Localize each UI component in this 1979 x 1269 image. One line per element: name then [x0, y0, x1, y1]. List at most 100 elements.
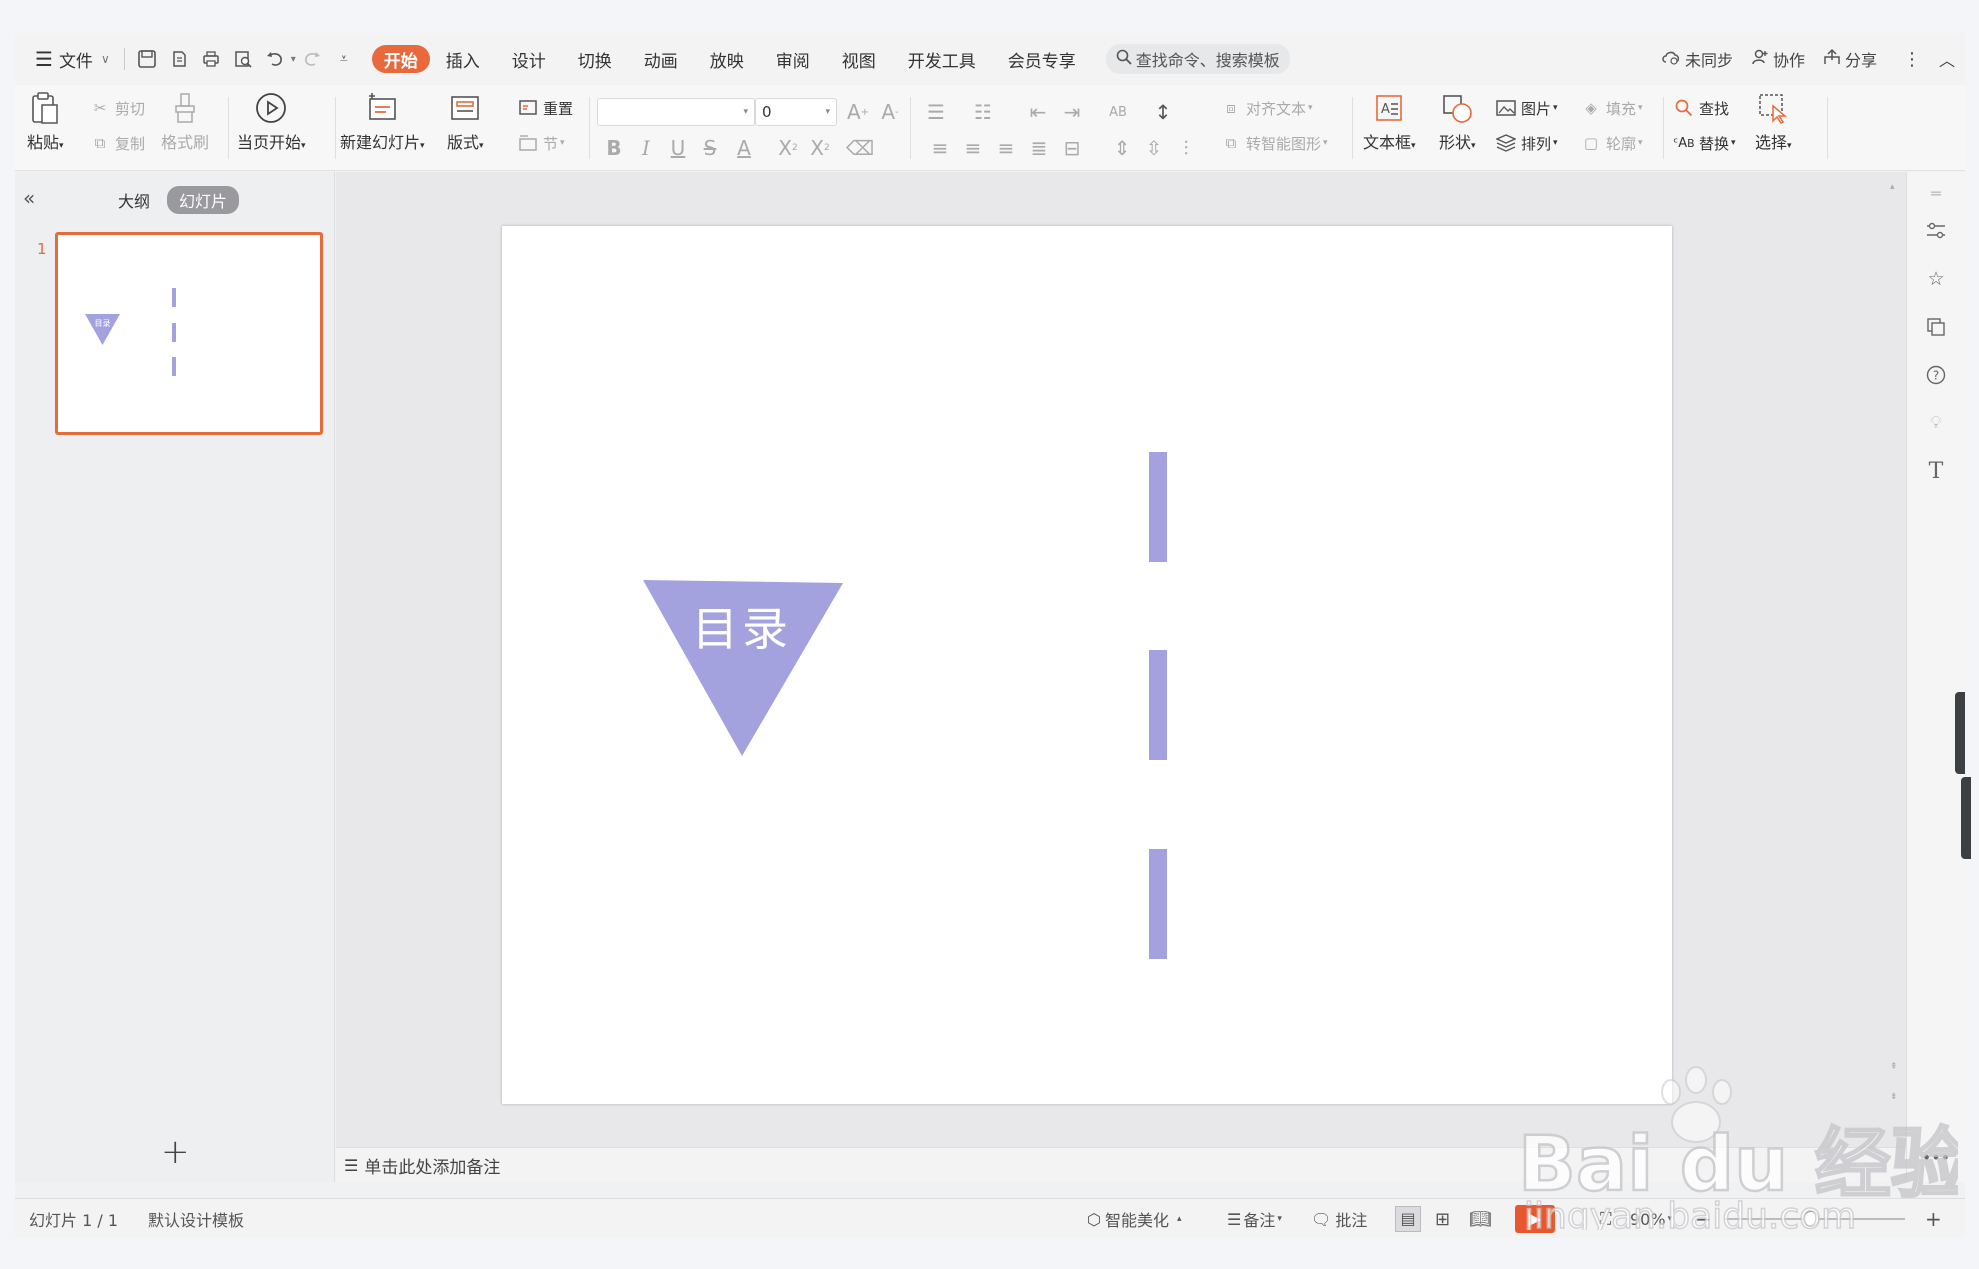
- font-family-select[interactable]: ▾: [597, 98, 755, 126]
- export-pdf-icon[interactable]: [166, 46, 192, 72]
- increase-indent-icon[interactable]: ⇥: [1059, 99, 1085, 125]
- play-current-button[interactable]: 当页开始▾: [237, 91, 306, 153]
- subscript-icon[interactable]: X2: [807, 135, 833, 161]
- decrease-font-icon[interactable]: A-: [877, 99, 903, 125]
- sync-status-button[interactable]: 未同步: [1661, 47, 1733, 71]
- help-icon[interactable]: ?: [1923, 362, 1949, 388]
- divider-bar-2[interactable]: [1149, 650, 1167, 760]
- justify-icon[interactable]: ≣: [1026, 135, 1052, 161]
- properties-icon[interactable]: [1923, 218, 1949, 244]
- normal-view-icon[interactable]: ▤: [1395, 1199, 1421, 1239]
- undo-dropdown-icon[interactable]: ▾: [291, 54, 296, 65]
- layout-button[interactable]: 版式▾: [447, 91, 484, 153]
- replace-button[interactable]: ᶜA B 替换 ▾: [1673, 132, 1735, 154]
- tab-insert[interactable]: 插入: [430, 43, 496, 75]
- notes-toggle-button[interactable]: ☰ 备注 ▾: [1227, 1199, 1282, 1239]
- copy-button[interactable]: ⧉ 复制: [89, 132, 145, 154]
- line-spacing-icon[interactable]: ⇕: [1109, 135, 1135, 161]
- tab-review[interactable]: 审阅: [760, 43, 826, 75]
- slide-canvas[interactable]: 目录: [502, 226, 1672, 1104]
- more-options-icon[interactable]: ⋮: [1903, 49, 1921, 70]
- sort-icon[interactable]: ↕: [1150, 99, 1176, 125]
- share-icon: [1823, 48, 1841, 70]
- format-painter-button[interactable]: 格式刷: [161, 91, 209, 153]
- smart-beautify-button[interactable]: ⬡ 智能美化 ▴: [1087, 1199, 1182, 1239]
- collapse-ribbon-icon[interactable]: ︿: [1939, 47, 1955, 71]
- text-tool-icon[interactable]: T: [1923, 458, 1949, 484]
- bullet-list-icon[interactable]: ☰: [923, 99, 949, 125]
- vertical-scrollbar[interactable]: ▴ ⇞ ⇟: [1890, 182, 1900, 1132]
- file-menu[interactable]: ☰ 文件 ∨: [27, 42, 118, 76]
- slide-title[interactable]: 目录: [692, 602, 792, 656]
- slide-thumbnail-preview: 目录: [85, 288, 176, 376]
- undo-icon[interactable]: [262, 46, 288, 72]
- collaborate-button[interactable]: 协作: [1751, 47, 1805, 71]
- text-direction-icon[interactable]: AB: [1105, 99, 1131, 125]
- align-right-icon[interactable]: ≡: [993, 135, 1019, 161]
- template-name[interactable]: 默认设计模板: [148, 1199, 244, 1239]
- textbox-button[interactable]: A 文本框▾: [1363, 91, 1416, 153]
- customize-toolbar-icon[interactable]: ⩡: [331, 46, 357, 72]
- transition-icon[interactable]: [1923, 314, 1949, 340]
- share-button[interactable]: 分享: [1823, 47, 1877, 71]
- strikethrough-icon[interactable]: S: [697, 135, 723, 161]
- new-slide-button[interactable]: 新建幻灯片▾: [340, 91, 425, 153]
- scroll-up-icon[interactable]: ▴: [1890, 182, 1895, 192]
- slide-thumbnail[interactable]: 目录: [55, 232, 323, 435]
- tab-slideshow[interactable]: 放映: [694, 43, 760, 75]
- tab-transitions[interactable]: 切换: [562, 43, 628, 75]
- clear-format-icon[interactable]: ⌫: [846, 135, 874, 161]
- command-search[interactable]: 查找命令、搜索模板: [1105, 44, 1290, 74]
- redo-icon[interactable]: [299, 46, 325, 72]
- reset-button[interactable]: 重置: [517, 97, 573, 119]
- distribute-icon[interactable]: ⊟: [1059, 135, 1085, 161]
- superscript-icon[interactable]: X2: [775, 135, 801, 161]
- picture-button[interactable]: 图片 ▾: [1495, 97, 1558, 119]
- find-button[interactable]: 查找: [1673, 97, 1729, 119]
- print-icon[interactable]: [198, 46, 224, 72]
- bold-icon[interactable]: B: [601, 135, 627, 161]
- section-button[interactable]: 节 ▾: [517, 132, 565, 154]
- comments-button[interactable]: 🗨︎ 批注: [1311, 1199, 1367, 1239]
- smart-art-button[interactable]: ⧉ 转智能图形 ▾: [1220, 132, 1328, 154]
- paragraph-spacing-icon[interactable]: ⇳: [1141, 135, 1167, 161]
- font-color-icon[interactable]: A: [731, 135, 757, 161]
- arrange-button[interactable]: 排列 ▾: [1495, 132, 1558, 154]
- underline-icon[interactable]: U: [665, 135, 691, 161]
- decrease-indent-icon[interactable]: ⇤: [1025, 99, 1051, 125]
- add-slide-button[interactable]: +: [161, 1132, 190, 1172]
- column-icon[interactable]: ⫶: [1173, 135, 1199, 161]
- select-button[interactable]: 选择▾: [1755, 91, 1792, 153]
- tab-outline[interactable]: 大纲: [118, 188, 150, 212]
- tab-animations[interactable]: 动画: [628, 43, 694, 75]
- numbered-list-icon[interactable]: ☷: [970, 99, 996, 125]
- align-center-icon[interactable]: ≡: [960, 135, 986, 161]
- side-tab-handle[interactable]: [1961, 777, 1971, 859]
- print-preview-icon[interactable]: [230, 46, 256, 72]
- save-icon[interactable]: [134, 46, 160, 72]
- side-tab-handle[interactable]: [1955, 692, 1965, 774]
- tab-member[interactable]: 会员专享: [992, 43, 1092, 75]
- tab-slides[interactable]: 幻灯片: [167, 186, 240, 214]
- fill-button[interactable]: ◈ 填充 ▾: [1580, 97, 1642, 119]
- shape-button[interactable]: 形状▾: [1439, 91, 1476, 153]
- tab-developer[interactable]: 开发工具: [892, 43, 992, 75]
- align-left-icon[interactable]: ≡: [927, 135, 953, 161]
- animation-star-icon[interactable]: ☆: [1923, 266, 1949, 292]
- tab-view[interactable]: 视图: [826, 43, 892, 75]
- increase-font-icon[interactable]: A +: [845, 99, 871, 125]
- divider-bar-1[interactable]: [1149, 452, 1167, 562]
- tab-home[interactable]: 开始: [371, 45, 430, 73]
- grid-view-icon[interactable]: ⊞: [1435, 1199, 1450, 1239]
- align-text-button[interactable]: ⧈ 对齐文本 ▾: [1220, 97, 1312, 119]
- outline-button[interactable]: ▢ 轮廓 ▾: [1580, 132, 1643, 154]
- tab-design[interactable]: 设计: [496, 43, 562, 75]
- reading-view-icon[interactable]: 📖︎: [1469, 1199, 1492, 1239]
- collapse-panel-icon[interactable]: «: [23, 186, 35, 210]
- divider-bar-3[interactable]: [1149, 849, 1167, 959]
- lightbulb-icon[interactable]: 💡︎: [1923, 410, 1949, 436]
- italic-icon[interactable]: I: [633, 135, 659, 161]
- font-size-select[interactable]: 0 ▾: [755, 98, 837, 126]
- paste-button[interactable]: 粘贴▾: [27, 91, 64, 153]
- cut-button[interactable]: ✂ 剪切: [89, 97, 145, 119]
